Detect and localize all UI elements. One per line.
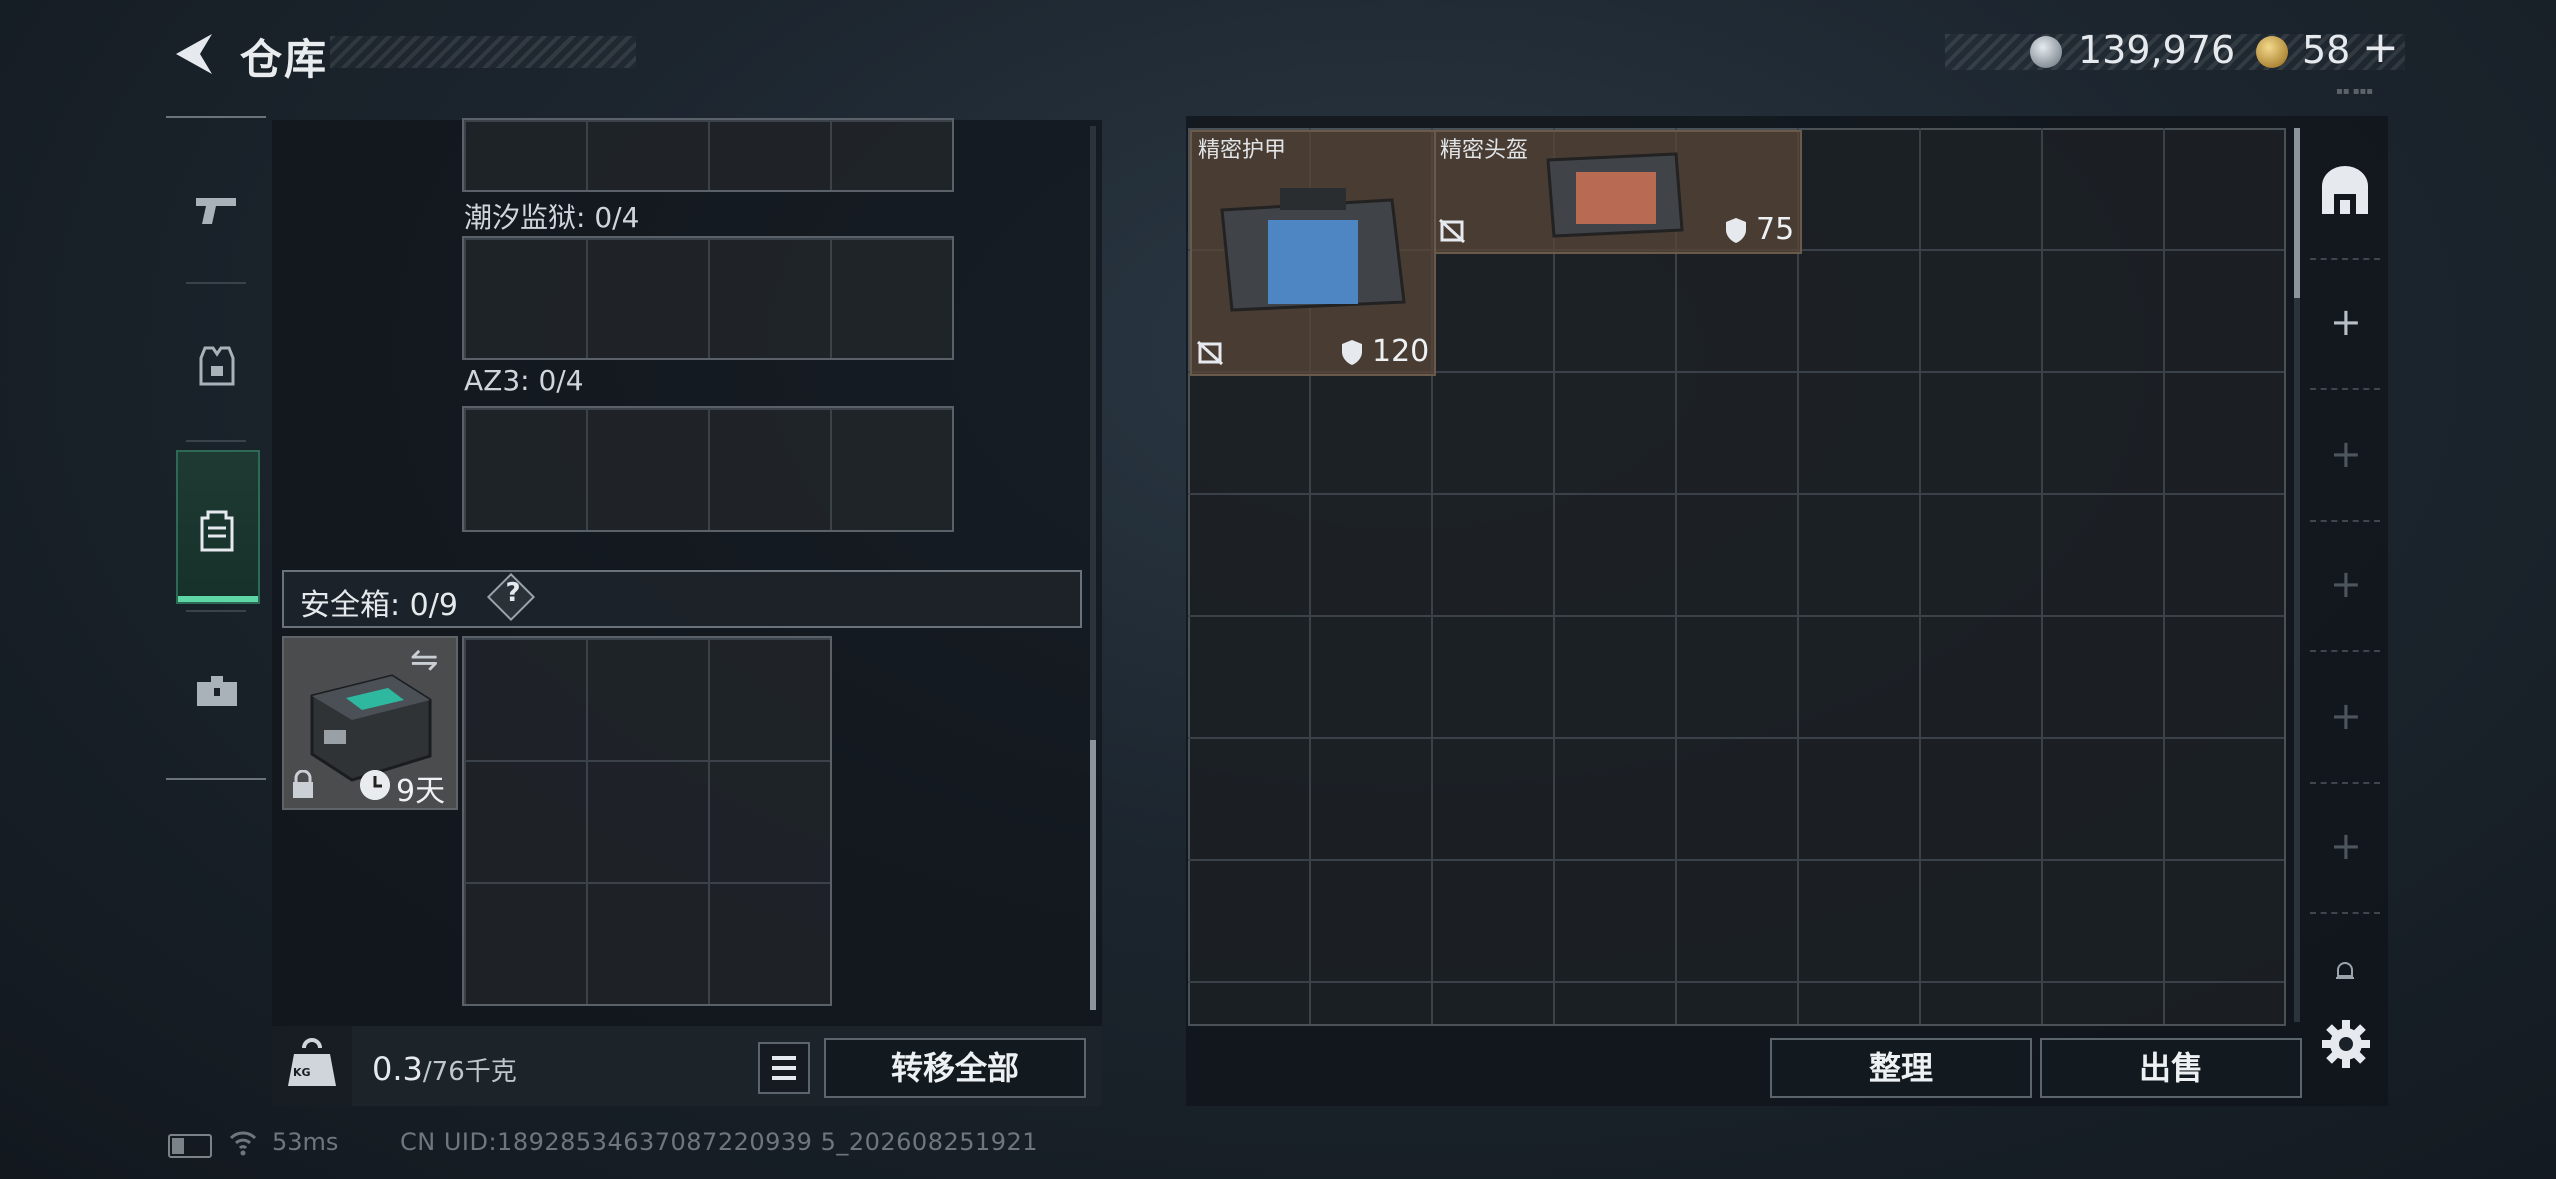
- side-rail-divider: [2310, 520, 2380, 522]
- add-storage-button-locked[interactable]: +: [2330, 694, 2362, 738]
- add-storage-button-locked[interactable]: +: [2330, 432, 2362, 476]
- silver-coin-icon: [2030, 36, 2062, 68]
- rail-divider: [186, 282, 246, 284]
- side-rail-divider: [2310, 912, 2380, 914]
- weight-icon: [288, 1038, 336, 1086]
- left-scrollbar-thumb[interactable]: [1090, 740, 1096, 1010]
- durability-shield-icon: [1342, 340, 1362, 365]
- item-name: 精密头盔: [1440, 138, 1529, 163]
- pistol-icon: [196, 198, 236, 224]
- list-view-button[interactable]: [758, 1042, 810, 1094]
- lock-icon: [293, 770, 313, 798]
- silver-amount: 139,976: [2078, 28, 2236, 72]
- settings-gear-icon[interactable]: [2318, 1016, 2374, 1072]
- safebox-grid[interactable]: [462, 636, 832, 1006]
- rail-item-backpack-icon-wrap: [176, 460, 258, 600]
- side-rail-divider: [2310, 258, 2380, 260]
- slot-grid-top[interactable]: [462, 118, 954, 192]
- add-storage-button-locked[interactable]: +: [2330, 824, 2362, 868]
- transfer-all-button[interactable]: 转移全部: [824, 1038, 1086, 1098]
- rail-item-weapons[interactable]: [176, 140, 258, 280]
- rail-divider: [186, 610, 246, 612]
- az3-label: AZ3: 0/4: [464, 364, 584, 397]
- gold-coin-icon: [2256, 36, 2288, 68]
- item-durability: 75: [1756, 212, 1795, 247]
- sort-button[interactable]: 整理: [1770, 1038, 2032, 1098]
- gold-amount: 58: [2302, 28, 2351, 72]
- title-decoration: [330, 36, 636, 68]
- add-storage-button[interactable]: +: [2330, 300, 2362, 344]
- weight-readout: 0.3/76千克: [372, 1050, 517, 1088]
- storage-tab-icon[interactable]: [2316, 164, 2374, 222]
- side-rail-divider: [2310, 782, 2380, 784]
- weight-max: /76千克: [422, 1057, 517, 1087]
- back-arrow-icon: [176, 34, 212, 74]
- toolbox-icon: [197, 676, 237, 706]
- add-storage-button-locked[interactable]: +: [2330, 562, 2362, 606]
- tide-prison-grid[interactable]: [462, 236, 954, 360]
- user-uid: CN UID:18928534637087220939 5_2026082519…: [400, 1128, 1039, 1156]
- right-scrollbar-thumb[interactable]: [2294, 128, 2300, 298]
- weight-icon-box: [272, 1026, 352, 1106]
- rail-item-toolbox[interactable]: [176, 620, 258, 760]
- battery-level: [172, 1138, 184, 1154]
- sell-button[interactable]: 出售: [2040, 1038, 2302, 1098]
- armor-vest-icon: [199, 346, 235, 386]
- no-repair-icon: [1196, 340, 1224, 366]
- bell-icon: [2336, 962, 2354, 979]
- help-button[interactable]: ?: [498, 578, 528, 608]
- page-title: 仓库: [240, 35, 329, 84]
- rail-item-armor[interactable]: [176, 296, 258, 436]
- weight-current: 0.3: [372, 1050, 423, 1088]
- add-currency-button[interactable]: +: [2362, 22, 2399, 73]
- side-rail-divider: [2310, 650, 2380, 652]
- clock-icon: [360, 770, 390, 800]
- safebox-label: 安全箱: 0/9: [300, 588, 458, 623]
- wifi-icon: [229, 1131, 257, 1156]
- ping-readout: 53ms: [272, 1128, 339, 1156]
- item-name: 精密护甲: [1198, 138, 1287, 163]
- tide-prison-label: 潮汐监狱: 0/4: [464, 201, 640, 234]
- safebox-days-left: 9天: [396, 774, 446, 809]
- list-icon: [772, 1056, 796, 1080]
- tiny-corner-mark: ▪▪ ▪▪▪: [2336, 86, 2374, 97]
- swap-icon[interactable]: ⇋: [410, 640, 439, 680]
- kg-badge: KG: [293, 1066, 311, 1079]
- az3-grid[interactable]: [462, 406, 954, 532]
- back-button[interactable]: [168, 28, 218, 80]
- backpack-icon: [200, 510, 234, 552]
- no-repair-icon: [1438, 218, 1466, 244]
- item-durability: 120: [1372, 334, 1430, 369]
- rail-divider: [186, 440, 246, 442]
- durability-shield-icon: [1726, 218, 1746, 243]
- side-rail-divider: [2310, 388, 2380, 390]
